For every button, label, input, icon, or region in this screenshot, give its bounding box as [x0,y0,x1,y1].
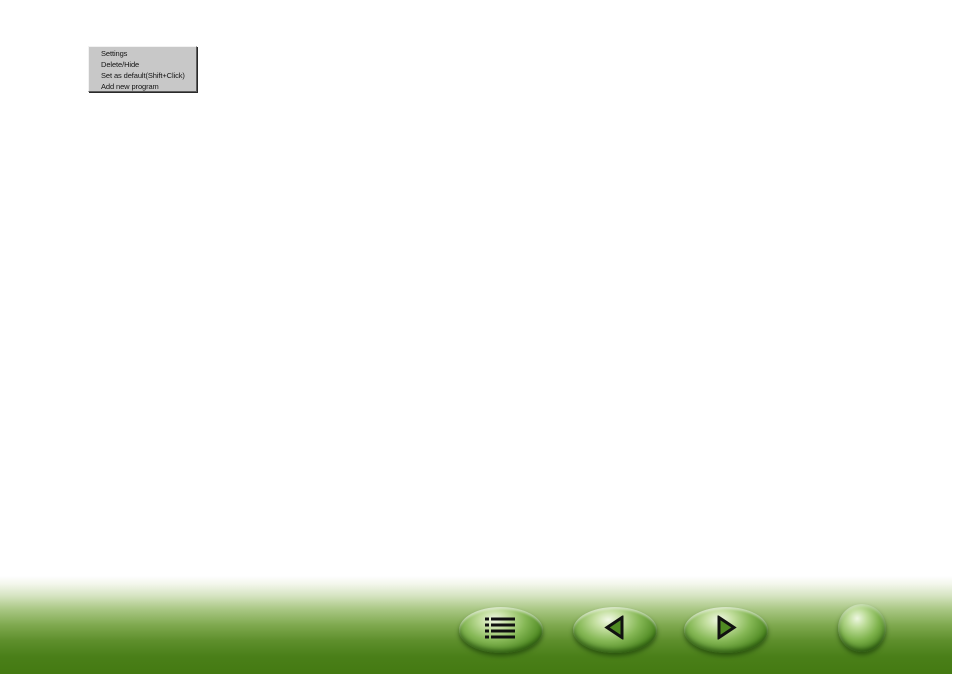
arrow-right-icon [715,614,737,645]
menu-item-set-as-default[interactable]: Set as default(Shift+Click) [89,70,196,81]
arrow-left-icon [604,614,626,645]
menu-item-add-new-program[interactable]: Add new program [89,81,196,92]
previous-page-button[interactable] [573,607,657,653]
next-page-button[interactable] [684,607,768,653]
menu-item-delete-hide[interactable]: Delete/Hide [89,59,196,70]
page: Settings Delete/Hide Set as default(Shif… [0,0,954,674]
circle-button[interactable] [838,604,886,652]
context-menu: Settings Delete/Hide Set as default(Shif… [88,46,197,92]
menu-item-settings[interactable]: Settings [89,48,196,59]
contents-button[interactable] [459,607,543,653]
list-icon [484,616,518,645]
